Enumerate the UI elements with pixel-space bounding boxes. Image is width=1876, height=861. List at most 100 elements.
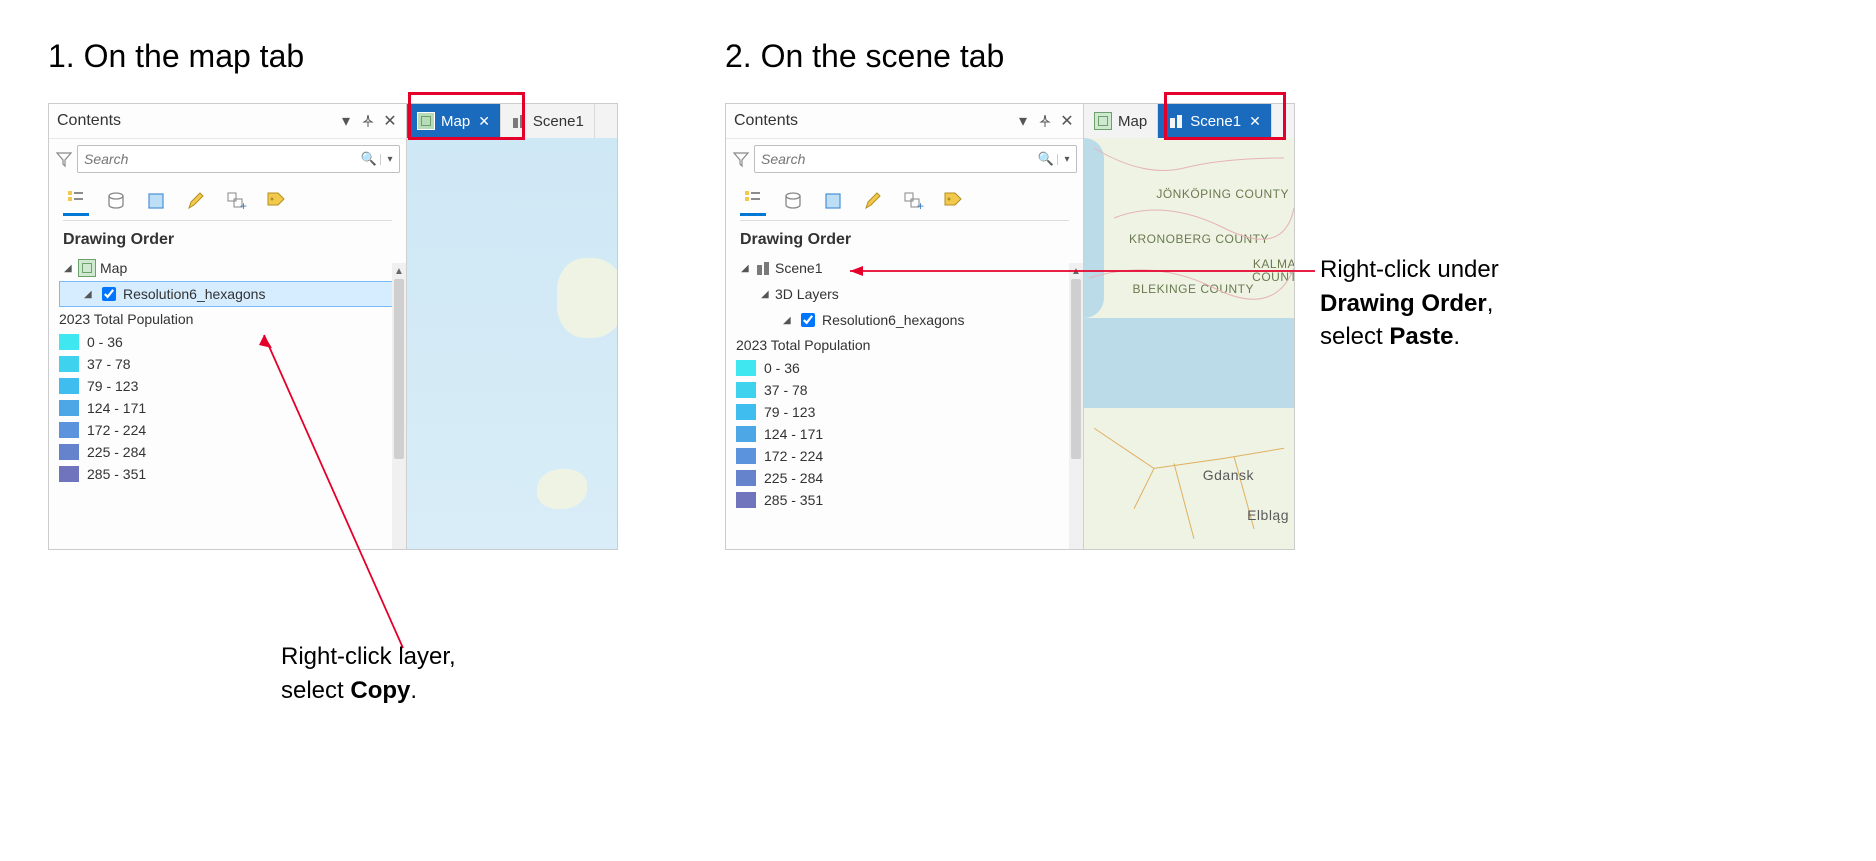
tab-scene-label: Scene1: [533, 113, 584, 130]
scrollbar[interactable]: ▲: [392, 279, 406, 549]
legend-row: 225 - 284: [59, 441, 400, 463]
legend-row: 285 - 351: [736, 489, 1077, 511]
legend-swatch: [736, 492, 756, 508]
close-icon[interactable]: ✕: [1249, 113, 1261, 130]
legend-label: 225 - 284: [87, 444, 146, 460]
legend-swatch: [59, 334, 79, 350]
layer-visibility-checkbox[interactable]: [102, 287, 116, 301]
map-label-elblag: Elbląg: [1247, 508, 1289, 523]
close-icon[interactable]: ✕: [478, 113, 490, 130]
search-input[interactable]: [78, 151, 358, 167]
search-icon[interactable]: 🔍: [358, 151, 380, 167]
list-by-selection-icon[interactable]: [820, 188, 846, 214]
search-dropdown-icon[interactable]: ▾: [380, 154, 399, 165]
legend-label: 37 - 78: [87, 356, 131, 372]
legend-label: 285 - 351: [87, 466, 146, 482]
svg-text:+: +: [917, 199, 924, 212]
legend-label: 0 - 36: [87, 334, 123, 350]
legend-items: 0 - 3637 - 7879 - 123124 - 171172 - 2242…: [59, 331, 400, 485]
tab-map[interactable]: Map: [1084, 104, 1158, 138]
legend-row: 0 - 36: [736, 357, 1077, 379]
map-icon: [417, 112, 435, 130]
map-canvas[interactable]: [407, 138, 617, 549]
screenshot-map-tab: Contents ▾ ✕ 🔍 ▾ +: [48, 103, 618, 550]
legend-row: 37 - 78: [59, 353, 400, 375]
legend-swatch: [736, 382, 756, 398]
legend-label: 225 - 284: [764, 470, 823, 486]
group-label: 3D Layers: [775, 286, 839, 302]
legend-swatch: [736, 426, 756, 442]
scroll-up-icon[interactable]: ▲: [1069, 263, 1083, 279]
screenshot-scene-tab: Contents ▾ ✕ 🔍 ▾ +: [725, 103, 1295, 550]
contents-header: Contents ▾ ✕: [49, 104, 406, 139]
list-by-labeling-icon[interactable]: [263, 188, 289, 214]
legend: 2023 Total Population 0 - 3637 - 7879 - …: [736, 333, 1077, 511]
contents-pane: Contents ▾ ✕ 🔍 ▾ +: [49, 104, 407, 549]
pin-icon[interactable]: [360, 113, 376, 129]
scene-icon: [1168, 113, 1184, 129]
step1-title: 1. On the map tab: [48, 38, 304, 75]
scroll-up-icon[interactable]: ▲: [392, 263, 406, 279]
list-by-snapshot-icon[interactable]: +: [900, 188, 926, 214]
filter-icon[interactable]: [732, 150, 750, 168]
legend-row: 79 - 123: [736, 401, 1077, 423]
legend: 2023 Total Population 0 - 3637 - 7879 - …: [59, 307, 400, 485]
legend-swatch: [736, 404, 756, 420]
list-by-drawing-order-icon[interactable]: [63, 185, 89, 216]
search-input[interactable]: [755, 151, 1035, 167]
legend-swatch: [59, 356, 79, 372]
list-by-snapshot-icon[interactable]: +: [223, 188, 249, 214]
tab-map[interactable]: Map ✕: [407, 104, 501, 138]
legend-row: 124 - 171: [59, 397, 400, 419]
step1-annotation: Right-click layer, select Copy.: [281, 640, 456, 707]
tree-layer-resolution6[interactable]: ◢ Resolution6_hexagons: [736, 307, 1077, 333]
close-icon[interactable]: ✕: [382, 113, 398, 129]
list-by-data-source-icon[interactable]: [103, 188, 129, 214]
caret-icon: ◢: [783, 315, 793, 326]
list-by-labeling-icon[interactable]: [940, 188, 966, 214]
legend-label: 37 - 78: [764, 382, 808, 398]
step2-annotation: Right-click under Drawing Order, select …: [1320, 253, 1580, 354]
search-icon[interactable]: 🔍: [1035, 151, 1057, 167]
tab-scene[interactable]: Scene1: [501, 104, 595, 138]
map-icon: [1094, 112, 1112, 130]
scene-canvas[interactable]: JÖNKÖPING COUNTY KRONOBERG COUNTY KALMAR…: [1084, 138, 1294, 549]
legend-swatch: [59, 444, 79, 460]
scene-icon: [511, 113, 527, 129]
search-dropdown-icon[interactable]: ▾: [1057, 154, 1076, 165]
scene-root-label: Scene1: [775, 260, 822, 276]
scrollbar[interactable]: ▲: [1069, 279, 1083, 549]
list-by-editing-icon[interactable]: [183, 188, 209, 214]
chevron-down-icon[interactable]: ▾: [1015, 113, 1031, 129]
view-tabs: Map ✕ Scene1: [407, 104, 617, 140]
list-by-selection-icon[interactable]: [143, 188, 169, 214]
svg-text:+: +: [240, 199, 247, 212]
tab-map-label: Map: [1118, 113, 1147, 130]
tree-3d-layers-group[interactable]: ◢ 3D Layers: [736, 281, 1077, 307]
close-icon[interactable]: ✕: [1059, 113, 1075, 129]
scroll-thumb[interactable]: [394, 279, 404, 459]
legend-row: 124 - 171: [736, 423, 1077, 445]
list-by-data-source-icon[interactable]: [780, 188, 806, 214]
list-by-editing-icon[interactable]: [860, 188, 886, 214]
caret-icon: ◢: [741, 263, 751, 274]
chevron-down-icon[interactable]: ▾: [338, 113, 354, 129]
map-landmass: [557, 258, 618, 338]
map-root-label: Map: [100, 260, 127, 276]
tree-scene-root[interactable]: ◢ Scene1: [736, 255, 1077, 281]
legend-label: 79 - 123: [764, 404, 815, 420]
scroll-thumb[interactable]: [1071, 279, 1081, 459]
search-row: 🔍 ▾: [49, 139, 406, 179]
tab-scene-label: Scene1: [1190, 113, 1241, 130]
tree-map-root[interactable]: ◢ Map: [59, 255, 400, 281]
legend-row: 172 - 224: [736, 445, 1077, 467]
pin-icon[interactable]: [1037, 113, 1053, 129]
legend-swatch: [736, 360, 756, 376]
filter-icon[interactable]: [55, 150, 73, 168]
tab-scene[interactable]: Scene1 ✕: [1158, 104, 1272, 138]
list-by-drawing-order-icon[interactable]: [740, 185, 766, 216]
layer-visibility-checkbox[interactable]: [801, 313, 815, 327]
tree-layer-resolution6[interactable]: ◢ Resolution6_hexagons: [59, 281, 400, 307]
search-box: 🔍 ▾: [754, 145, 1077, 173]
legend-row: 285 - 351: [59, 463, 400, 485]
